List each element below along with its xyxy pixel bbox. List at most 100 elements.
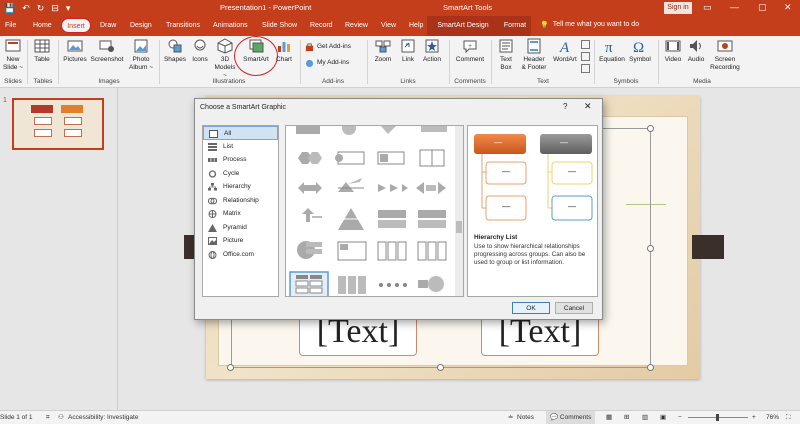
category-item-matrix[interactable]: Matrix [203, 207, 278, 221]
fit-slide-icon[interactable]: ⛶ [786, 411, 791, 424]
gallery-item[interactable] [302, 208, 322, 222]
audio-button[interactable]: Audio [685, 38, 707, 64]
slideshow-icon[interactable]: ▣ [660, 411, 666, 424]
gallery-item[interactable] [421, 126, 447, 132]
gallery-item[interactable] [298, 182, 322, 194]
zoom-slider-thumb[interactable] [716, 414, 719, 421]
zoom-in-icon[interactable]: + [752, 411, 756, 424]
tab-draw[interactable]: Draw [100, 21, 116, 31]
zoom-button[interactable]: Zoom [371, 38, 395, 64]
my-add-ins-button[interactable]: My Add-ins [305, 58, 349, 68]
wordart-button[interactable]: A WordArt [551, 38, 579, 64]
video-button[interactable]: Video [662, 38, 684, 64]
screen-recording-button[interactable]: Screen Recording [708, 38, 742, 72]
notes-icon[interactable]: ≐ [508, 411, 513, 424]
category-item-office-com[interactable]: Office.com [203, 248, 278, 262]
comments-button[interactable]: 💬 Comments [546, 411, 596, 424]
ribbon-display-icon[interactable]: ▭ [703, 1, 712, 14]
category-item-process[interactable]: Process [203, 153, 278, 167]
gallery-item[interactable] [338, 178, 364, 192]
gallery-item[interactable] [381, 126, 396, 134]
header-footer-button[interactable]: Header & Footer [518, 38, 550, 72]
tab-transitions[interactable]: Transitions [166, 21, 200, 31]
resize-handle[interactable] [227, 364, 234, 371]
get-add-ins-button[interactable]: Get Add-ins [305, 42, 351, 52]
zoom-out-icon[interactable]: − [678, 411, 682, 424]
category-item-all[interactable]: All [203, 126, 278, 140]
sign-in-button[interactable]: Sign in [664, 2, 692, 14]
screenshot-button[interactable]: Screenshot [90, 38, 124, 64]
tab-slide-show[interactable]: Slide Show [262, 21, 297, 31]
gallery-item[interactable] [378, 184, 408, 192]
resize-handle[interactable] [647, 364, 654, 371]
category-item-hierarchy[interactable]: Hierarchy [203, 180, 278, 194]
tab-design[interactable]: Design [130, 21, 152, 31]
link-button[interactable]: Link [397, 38, 419, 64]
tab-record[interactable]: Record [310, 21, 333, 31]
tab-file[interactable]: File [5, 21, 16, 31]
close-icon[interactable]: ✕ [784, 1, 792, 14]
undo-icon[interactable]: ↶ [22, 2, 30, 14]
tab-review[interactable]: Review [345, 21, 368, 31]
symbol-button[interactable]: Ω Symbol [628, 38, 652, 64]
help-icon[interactable]: ? [563, 102, 567, 111]
dialog-close-icon[interactable]: ✕ [584, 101, 592, 112]
customize-qat-icon[interactable]: ▾ [66, 2, 71, 14]
accessibility-icon[interactable]: ⚇ [58, 411, 64, 424]
chart-button[interactable]: Chart [273, 38, 295, 64]
reading-view-icon[interactable]: ▥ [642, 411, 648, 424]
gallery-item[interactable] [416, 182, 446, 194]
maximize-icon[interactable]: ▢ [758, 1, 767, 14]
shapes-button[interactable]: Shapes [162, 38, 188, 64]
gallery-item[interactable] [377, 241, 407, 261]
gallery-item[interactable] [338, 208, 364, 230]
tab-smartart-design[interactable]: SmartArt Design [427, 16, 499, 36]
tell-me-search[interactable]: 💡 Tell me what you want to do [540, 21, 639, 29]
gallery-item[interactable] [335, 151, 365, 165]
gallery-item[interactable] [418, 210, 446, 228]
gallery-item[interactable] [378, 210, 406, 228]
redo-icon[interactable]: ↻ [37, 2, 45, 14]
photo-album-button[interactable]: Photo Album ~ [126, 38, 156, 72]
gallery-item[interactable] [418, 276, 444, 292]
tab-format[interactable]: Format [499, 16, 531, 36]
resize-handle[interactable] [647, 245, 654, 252]
gallery-item[interactable] [338, 276, 366, 294]
action-button[interactable]: Action [420, 38, 444, 64]
category-item-list[interactable]: List [203, 140, 278, 154]
new-slide-button[interactable]: New Slide ~ [2, 38, 24, 72]
icons-button[interactable]: Icons [189, 38, 211, 64]
text-box-button[interactable]: Text Box [495, 38, 517, 72]
gallery-item[interactable] [298, 152, 322, 164]
gallery-item[interactable] [379, 283, 407, 287]
resize-handle[interactable] [647, 125, 654, 132]
present-icon[interactable]: ⊟ [51, 2, 59, 14]
accessibility-status[interactable]: Accessibility: Investigate [68, 411, 138, 424]
gallery-scroll-thumb[interactable] [456, 221, 462, 233]
gallery-item[interactable] [296, 126, 320, 134]
gallery-item[interactable] [419, 149, 445, 167]
zoom-level[interactable]: 76% [766, 411, 779, 424]
tab-help[interactable]: Help [409, 21, 423, 31]
notes-button[interactable]: Notes [517, 411, 534, 424]
gallery-scrollbar[interactable] [455, 126, 463, 296]
gallery-item[interactable] [342, 126, 356, 135]
equation-button[interactable]: π Equation [597, 38, 627, 64]
gallery-item[interactable] [337, 241, 367, 261]
category-item-cycle[interactable]: Cycle [203, 167, 278, 181]
cancel-button[interactable]: Cancel [555, 302, 593, 314]
resize-handle[interactable] [437, 364, 444, 371]
normal-view-icon[interactable]: ▦ [606, 411, 612, 424]
slide-thumbnail[interactable] [12, 98, 104, 150]
minimize-icon[interactable]: — [730, 1, 739, 14]
text-more-3[interactable] [581, 64, 590, 73]
category-item-picture[interactable]: Picture [203, 234, 278, 248]
tab-view[interactable]: View [381, 21, 396, 31]
ok-button[interactable]: OK [512, 302, 550, 314]
category-item-pyramid[interactable]: Pyramid [203, 221, 278, 235]
tab-home[interactable]: Home [33, 21, 52, 31]
table-button[interactable]: Table [31, 38, 53, 64]
gallery-item[interactable] [377, 151, 405, 165]
tab-insert[interactable]: Insert [61, 18, 91, 33]
spelling-icon[interactable]: ⌗ [46, 411, 50, 424]
